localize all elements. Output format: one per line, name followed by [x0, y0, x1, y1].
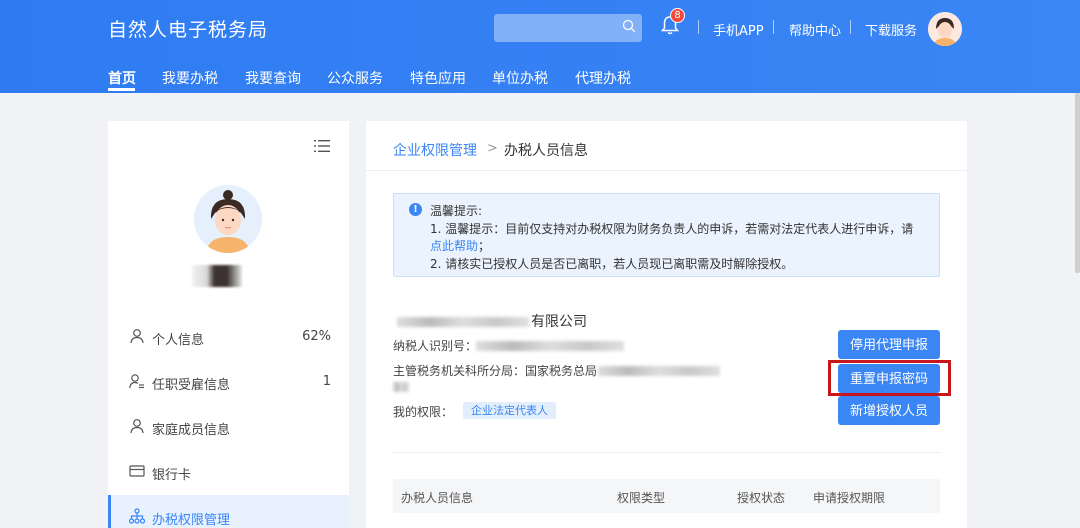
user-list-icon — [129, 374, 144, 389]
tax-office-label-text: 主管税务机关科所分局： — [393, 364, 526, 378]
table-header: 办税人员信息 权限类型 授权状态 申请授权期限 — [393, 479, 940, 513]
reset-declaration-password-button[interactable]: 重置申报密码 — [838, 364, 940, 393]
redacted-user-name — [192, 265, 242, 287]
profile-completion: 62% — [302, 329, 331, 344]
nav-special-apps[interactable]: 特色应用 — [410, 68, 466, 88]
user-icon — [130, 329, 144, 344]
sidebar-item-label: 家庭成员信息 — [152, 423, 231, 438]
column-header-auth-status: 授权状态 — [737, 491, 786, 505]
breadcrumb-current: 办税人员信息 — [504, 143, 588, 159]
sidebar-item-family[interactable]: 家庭成员信息 — [108, 405, 349, 450]
nav-active-indicator — [108, 88, 135, 91]
notice-help-line: 点此帮助； — [430, 237, 490, 254]
section-divider — [393, 452, 940, 453]
app-title[interactable]: 自然人电子税务局 — [108, 15, 268, 42]
notice-title: 温馨提示: — [430, 204, 483, 218]
breadcrumb-parent-link[interactable]: 企业权限管理 — [393, 140, 477, 160]
main-panel: 企业权限管理 > 办税人员信息 ! 温馨提示: 1. 温馨提示：目前仅支持对办税… — [366, 121, 967, 528]
column-header-permission-type: 权限类型 — [617, 491, 666, 505]
mobile-app-link[interactable]: 手机APP — [713, 20, 764, 39]
stop-agent-declaration-button[interactable]: 停用代理申报 — [838, 330, 940, 359]
redacted-tax-id — [476, 341, 624, 351]
user-avatar[interactable] — [928, 12, 962, 46]
family-icon — [130, 419, 144, 434]
sidebar: 个人信息 62% 任职受雇信息 1 家庭成员信息 银行卡 办税权限管理 — [108, 121, 349, 528]
add-authorized-person-button[interactable]: 新增授权人员 — [838, 396, 940, 425]
avatar-icon — [194, 185, 262, 253]
redacted-tax-office-cont — [393, 382, 409, 392]
redacted-company-name — [397, 317, 529, 327]
notice-help-suffix: ； — [478, 239, 491, 253]
column-header-auth-period: 申请授权期限 — [813, 491, 886, 505]
org-chart-icon — [129, 508, 145, 524]
sidebar-item-label: 办税权限管理 — [152, 513, 231, 528]
redacted-tax-office — [598, 366, 720, 376]
sidebar-item-bank-card[interactable]: 银行卡 — [108, 450, 349, 495]
tax-id-label: 纳税人识别号： — [393, 339, 478, 353]
help-link[interactable]: 点此帮助 — [430, 239, 478, 253]
sidebar-item-label: 银行卡 — [152, 468, 192, 483]
column-header-taxpayer: 办税人员信息 — [401, 491, 474, 505]
sidebar-item-employment[interactable]: 任职受雇信息 1 — [108, 360, 349, 405]
notice-line-2: 2. 请核实已授权人员是否已离职，若人员现已离职需及时解除授权。 — [430, 257, 794, 271]
profile-avatar — [194, 185, 262, 253]
tax-office-label: 主管税务机关科所分局：国家税务总局 — [393, 362, 597, 379]
employment-count: 1 — [322, 374, 331, 389]
notice-box: ! 温馨提示: 1. 温馨提示：目前仅支持对办税权限为财务负责人的申诉，若需对法… — [393, 193, 940, 277]
nav-home[interactable]: 首页 — [108, 68, 136, 88]
header-divider — [773, 20, 774, 34]
notice-line-1: 1. 温馨提示：目前仅支持对办税权限为财务负责人的申诉，若需对法定代表人进行申诉… — [430, 222, 914, 236]
permission-label: 我的权限： — [393, 405, 454, 419]
header-divider — [698, 20, 699, 34]
help-center-link[interactable]: 帮助中心 — [789, 20, 841, 39]
sidebar-item-personal-info[interactable]: 个人信息 62% — [108, 315, 349, 360]
avatar-icon — [928, 12, 962, 46]
search-icon[interactable] — [622, 19, 636, 33]
nav-unit-tax[interactable]: 单位办税 — [492, 68, 548, 88]
sidebar-item-tax-permission[interactable]: 办税权限管理 — [108, 495, 349, 528]
nav-query[interactable]: 我要查询 — [245, 68, 301, 88]
top-header: 自然人电子税务局 8 手机APP 帮助中心 下载服务 首页 我要办税 我要查询 … — [0, 0, 1080, 93]
sidebar-item-label: 任职受雇信息 — [152, 378, 231, 393]
sidebar-item-label: 个人信息 — [152, 333, 205, 348]
header-divider — [850, 20, 851, 34]
company-name-suffix: 有限公司 — [531, 314, 587, 330]
breadcrumb-separator: > — [487, 141, 498, 156]
notification-badge: 8 — [670, 8, 685, 23]
nav-do-tax[interactable]: 我要办税 — [162, 68, 218, 88]
permission-tag: 企业法定代表人 — [463, 402, 556, 419]
search-input[interactable] — [494, 14, 642, 42]
tax-office-prefix: 国家税务总局 — [525, 364, 598, 378]
page-scrollbar[interactable] — [1075, 93, 1080, 273]
info-icon: ! — [409, 203, 422, 216]
download-service-link[interactable]: 下载服务 — [865, 20, 917, 39]
nav-public-service[interactable]: 公众服务 — [327, 68, 383, 88]
menu-list-icon[interactable] — [314, 139, 330, 153]
bank-card-icon — [129, 465, 145, 477]
nav-agent-tax[interactable]: 代理办税 — [575, 68, 631, 88]
breadcrumb: 企业权限管理 > 办税人员信息 — [366, 121, 967, 171]
